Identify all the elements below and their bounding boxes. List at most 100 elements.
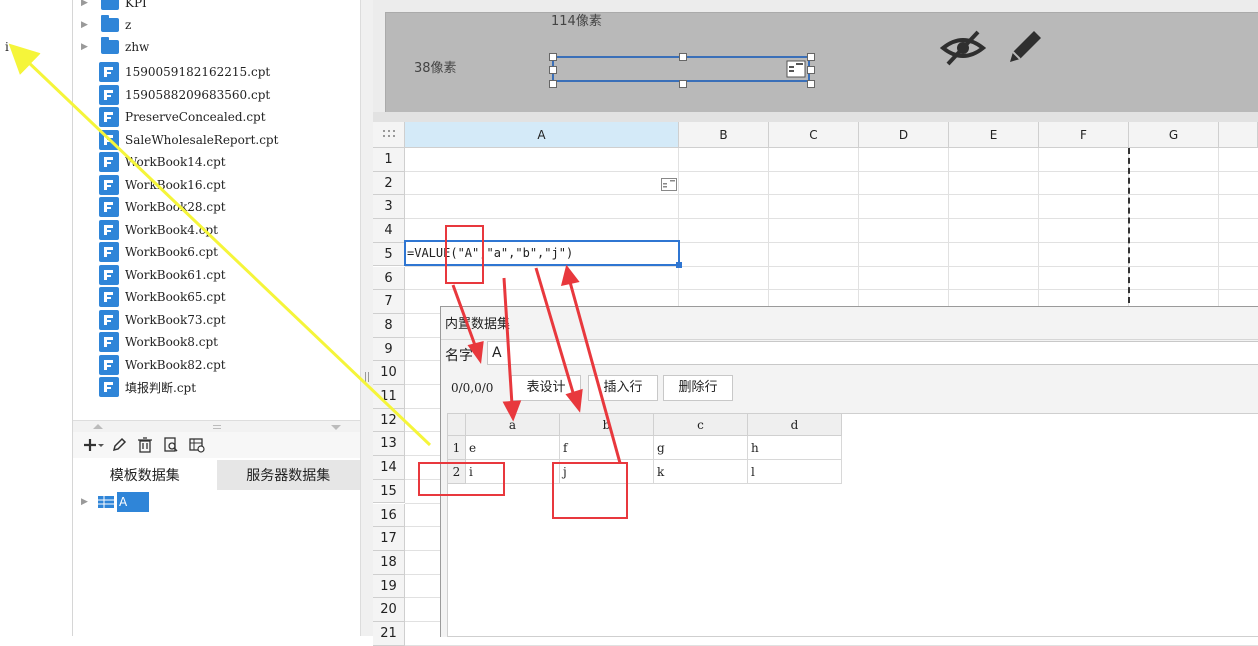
column-header[interactable]: D [859,122,949,148]
report-file-icon [99,264,119,285]
chevron-right-icon[interactable]: ▶ [81,497,89,507]
tree-file-label: PreserveConcealed.cpt [125,110,266,124]
chevron-right-icon[interactable]: ▶ [81,20,89,30]
tree-file[interactable]: PreserveConcealed.cpt [73,106,360,128]
resize-handle[interactable] [679,53,687,61]
tree-file[interactable]: 1590588209683560.cpt [73,84,360,106]
dataset-cell[interactable]: g [654,436,748,460]
row-header[interactable]: 19 [373,574,405,599]
tree-file[interactable]: WorkBook73.cpt [73,309,360,331]
tree-file[interactable]: WorkBook16.cpt [73,174,360,196]
delete-row-button[interactable]: 删除行 [663,375,733,401]
width-dimension-label: 114像素 [551,14,602,29]
resize-handle[interactable] [679,80,687,88]
tree-file-label: 1590588209683560.cpt [125,87,271,102]
tab-template-datasets[interactable]: 模板数据集 [73,460,217,490]
add-dataset-icon[interactable] [81,434,105,456]
row-header[interactable]: 8 [373,313,405,338]
row-header[interactable]: 7 [373,290,405,314]
dataset-column-header[interactable]: c [654,414,748,436]
chevron-right-icon[interactable]: ▶ [81,42,89,52]
column-header[interactable]: B [679,122,769,148]
tab-server-datasets[interactable]: 服务器数据集 [216,460,360,490]
row-header[interactable]: 2 [373,171,405,196]
row-header[interactable]: 18 [373,550,405,575]
dataset-name-input[interactable]: A [487,341,1258,365]
column-header[interactable]: F [1039,122,1129,148]
dataset-cell[interactable]: l [748,460,842,484]
tree-file[interactable]: SaleWholesaleReport.cpt [73,129,360,151]
vertical-splitter[interactable] [360,0,374,636]
dataset-settings-icon[interactable] [185,434,209,456]
tree-folder[interactable]: ▶ KPI [73,0,360,14]
resize-handle[interactable] [807,66,815,74]
dataset-row-header[interactable]: 2 [448,460,466,484]
preview-dataset-icon[interactable] [159,434,183,456]
row-header[interactable]: 21 [373,622,405,646]
table-design-button[interactable]: 表设计 [511,375,581,401]
dataset-column-header[interactable]: b [560,414,654,436]
hide-eye-icon[interactable] [940,28,986,68]
tree-file[interactable]: WorkBook82.cpt [73,354,360,376]
tree-file-label: WorkBook16.cpt [125,177,226,192]
column-header[interactable]: E [949,122,1039,148]
resize-handle[interactable] [549,66,557,74]
selected-widget-box[interactable] [549,53,815,88]
row-header[interactable]: 13 [373,432,405,457]
row-header[interactable]: 5 [373,242,405,267]
tree-folder[interactable]: ▶ zhw [73,36,360,58]
column-header[interactable]: G [1129,122,1219,148]
resize-handle[interactable] [549,53,557,61]
dataset-column-header[interactable]: a [466,414,560,436]
dataset-cell[interactable]: e [466,436,560,460]
dataset-cell[interactable]: h [748,436,842,460]
row-header[interactable]: 6 [373,266,405,291]
delete-icon[interactable] [133,434,157,456]
fill-handle[interactable] [676,262,682,268]
tree-file[interactable]: WorkBook61.cpt [73,264,360,286]
chevron-right-icon[interactable]: ▶ [81,0,89,8]
dataset-cell[interactable]: j [560,460,654,484]
dataset-column-header[interactable]: d [748,414,842,436]
edit-pencil-icon[interactable] [1004,26,1046,68]
preview-divider [373,112,1258,122]
column-header[interactable]: A [405,122,679,148]
dataset-cell[interactable]: k [654,460,748,484]
row-header[interactable]: 4 [373,219,405,243]
tree-file[interactable]: WorkBook6.cpt [73,241,360,263]
edit-icon[interactable] [107,434,131,456]
report-file-icon [99,84,119,105]
column-header[interactable]: C [769,122,859,148]
resize-handle[interactable] [807,53,815,61]
row-header[interactable]: 9 [373,337,405,362]
row-header[interactable]: 20 [373,598,405,622]
tree-file[interactable]: WorkBook4.cpt [73,219,360,241]
dataset-row-header[interactable]: 1 [448,436,466,460]
tree-file[interactable]: WorkBook65.cpt [73,286,360,308]
tree-file[interactable]: WorkBook8.cpt [73,331,360,353]
dataset-item-a[interactable]: ▶ A [81,492,150,512]
tree-file[interactable]: WorkBook28.cpt [73,196,360,218]
resize-handle[interactable] [807,80,815,88]
tree-file[interactable]: 填报判断.cpt [73,376,360,398]
row-header[interactable]: 17 [373,527,405,551]
row-header[interactable]: 12 [373,408,405,433]
row-header[interactable]: 14 [373,456,405,480]
dataset-cell[interactable]: f [560,436,654,460]
insert-row-button[interactable]: 插入行 [588,375,658,401]
resize-handle[interactable] [549,80,557,88]
dataset-data-table: abcd 1efgh 2ijkl [447,413,1258,637]
row-header[interactable]: 10 [373,361,405,385]
row-header[interactable]: 15 [373,479,405,504]
row-header[interactable]: 3 [373,195,405,220]
tree-folder[interactable]: ▶ z [73,14,360,36]
dataset-cell[interactable]: i [466,460,560,484]
row-header[interactable]: 11 [373,385,405,409]
row-header[interactable]: 16 [373,503,405,528]
select-all-corner[interactable] [373,122,405,148]
tree-file[interactable]: WorkBook14.cpt [73,151,360,173]
tree-file[interactable]: 1590059182162215.cpt [73,61,360,83]
row-header[interactable]: 1 [373,148,405,172]
cell-a5-formula[interactable]: =VALUE("A","a","b","j") [404,240,680,266]
page-break-line [1128,148,1130,303]
